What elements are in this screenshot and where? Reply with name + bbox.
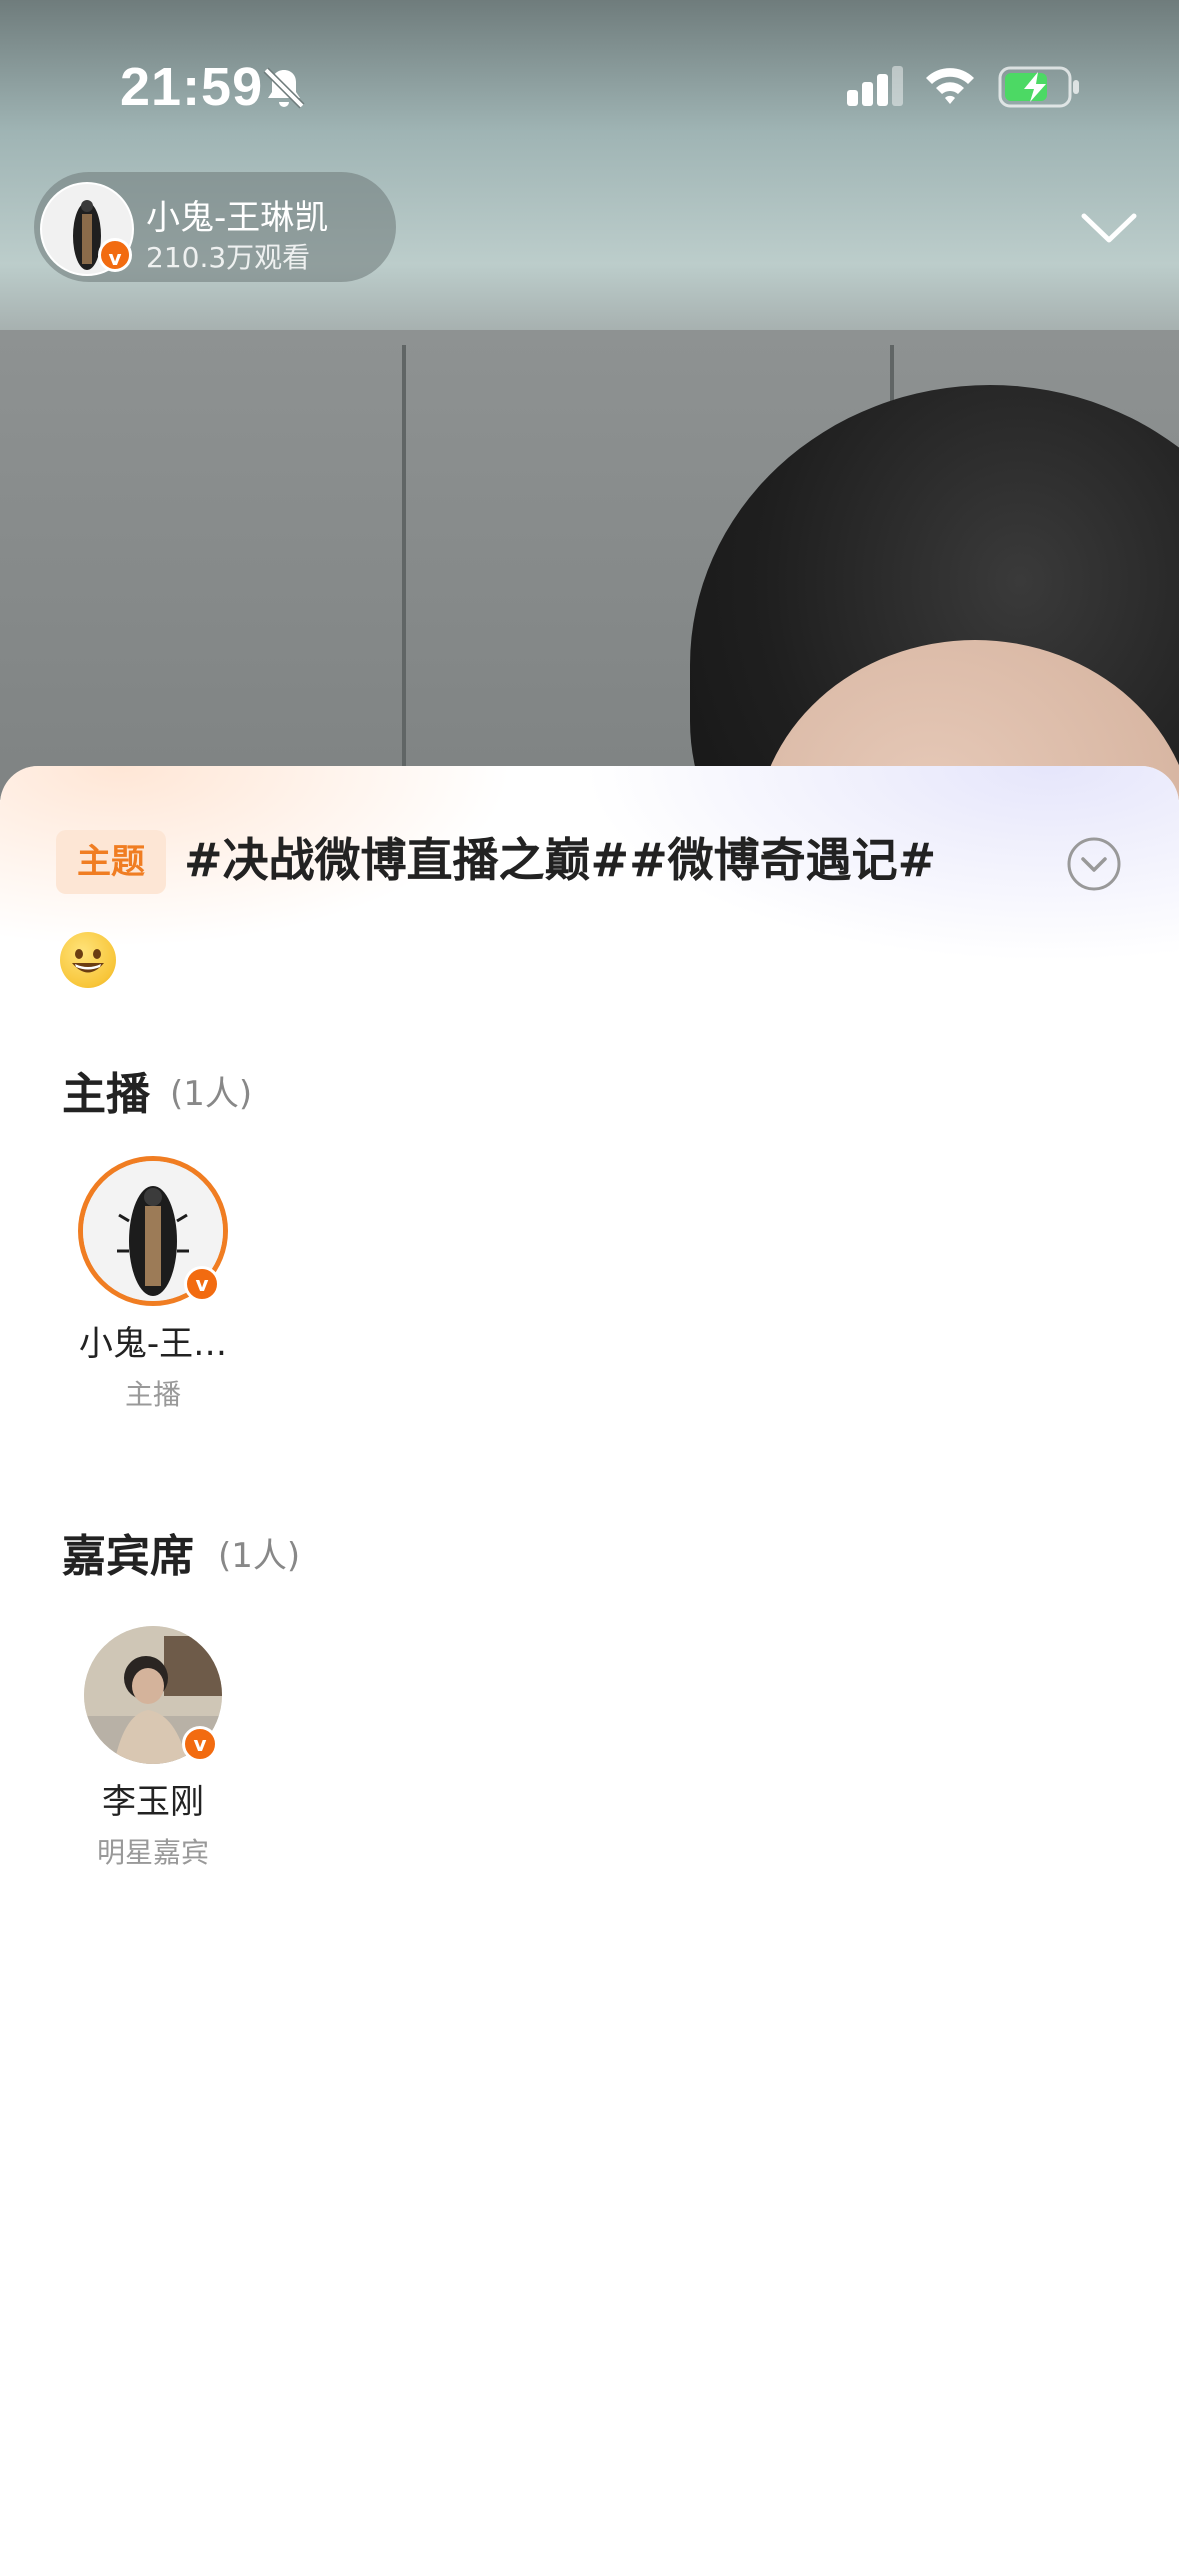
wifi-icon [926, 68, 974, 104]
cellular-signal-icon [847, 66, 903, 106]
member-role: 主播 [124, 1378, 181, 1411]
verified-v-icon: v [184, 1266, 220, 1302]
verified-v-icon: v [182, 1726, 218, 1762]
view-count: 210.3万观看 [146, 241, 311, 274]
bell-slash-icon [263, 67, 305, 109]
member-name: 小鬼-王… [78, 1324, 228, 1364]
wall-panel-seam [402, 345, 406, 800]
status-time: 21:59 [120, 57, 264, 117]
circle-chevron-down-icon[interactable] [1066, 836, 1122, 892]
guest-section-title: 嘉宾席 [62, 1531, 194, 1582]
live-info-sheet: 主题 #决战微博直播之巅##微博奇遇记# 主播 (1人) v 小鬼-王… 主播 … [0, 766, 1179, 2556]
topic-tag: 主题 [56, 830, 166, 894]
host-member-card[interactable]: v 小鬼-王… 主播 [58, 1156, 248, 1413]
host-info-chip[interactable]: v 小鬼-王琳凯 210.3万观看 [34, 172, 396, 282]
topic-hashtags[interactable]: #决战微博直播之巅##微博奇遇记# [184, 824, 936, 890]
guest-section-count: (1人) [218, 1536, 301, 1576]
verified-v-icon: v [98, 238, 132, 272]
member-role: 明星嘉宾 [96, 1836, 209, 1869]
status-bar: 21:59 [0, 0, 1179, 170]
battery-charging-icon [998, 66, 1079, 108]
guest-member-card[interactable]: v 李玉刚 明星嘉宾 [58, 1626, 248, 1871]
host-section-title: 主播 [62, 1069, 150, 1120]
chevron-down-icon[interactable] [1078, 202, 1140, 250]
member-name: 李玉刚 [102, 1782, 204, 1822]
sheet-header-gradient [0, 766, 1179, 1066]
host-section-count: (1人) [170, 1074, 253, 1114]
grinning-face-icon [60, 932, 116, 988]
host-name: 小鬼-王琳凯 [146, 198, 329, 238]
